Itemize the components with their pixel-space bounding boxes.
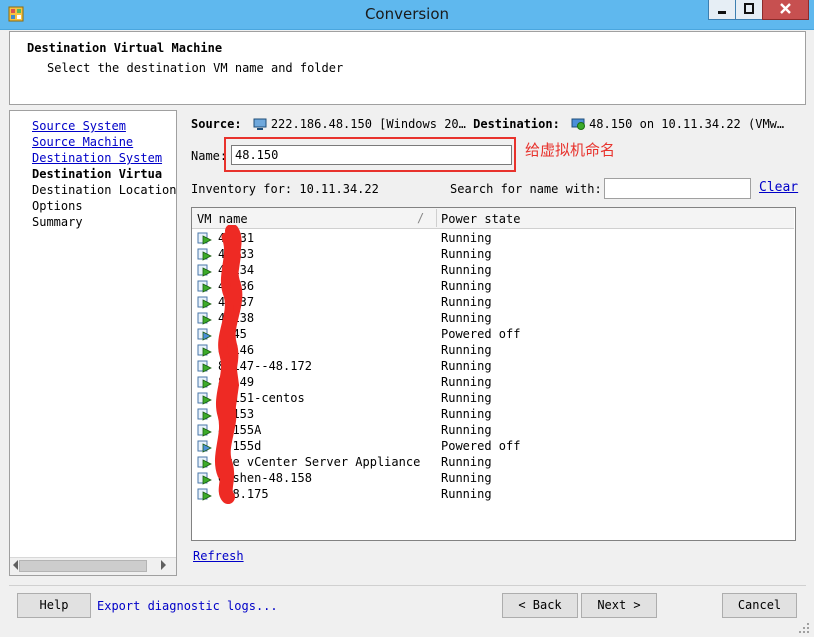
table-row[interactable]: 8 155d Powered off bbox=[193, 439, 793, 455]
page-title: Destination Virtual Machine bbox=[27, 41, 223, 55]
table-row[interactable]: 4 137 Running bbox=[193, 295, 793, 311]
power-state-cell: Running bbox=[441, 359, 492, 373]
column-divider[interactable] bbox=[436, 209, 437, 227]
table-row[interactable]: 4 138 Running bbox=[193, 311, 793, 327]
annotation-text: 给虚拟机命名 bbox=[525, 141, 616, 159]
power-state-cell: Running bbox=[441, 343, 492, 357]
power-state-cell: Running bbox=[441, 487, 492, 501]
power-state-cell: Powered off bbox=[441, 439, 521, 453]
wizard-steps-nav: Source System Source Machine Destination… bbox=[9, 110, 177, 576]
window-title: Conversion bbox=[364, 5, 450, 23]
power-state-cell: Running bbox=[441, 471, 492, 485]
power-state-cell: Running bbox=[441, 247, 492, 261]
cancel-button[interactable]: Cancel bbox=[722, 593, 797, 618]
nav-step-summary: Summary bbox=[32, 215, 83, 229]
close-icon bbox=[780, 3, 791, 14]
separator bbox=[9, 585, 806, 586]
nav-step-destination-virtual-machine: Destination Virtua bbox=[32, 167, 163, 181]
next-button[interactable]: Next > bbox=[581, 593, 657, 618]
power-state-cell: Running bbox=[441, 407, 492, 421]
column-header-vm-name[interactable]: VM name bbox=[197, 212, 248, 226]
search-name-input[interactable] bbox=[604, 178, 751, 199]
annotation-highlight-box bbox=[224, 137, 516, 172]
minimize-icon bbox=[718, 11, 726, 14]
refresh-link[interactable]: Refresh bbox=[193, 549, 244, 563]
scroll-left-icon[interactable] bbox=[13, 560, 18, 570]
nav-step-source-system[interactable]: Source System bbox=[32, 119, 126, 133]
clear-search-link[interactable]: Clear bbox=[759, 180, 798, 195]
help-button[interactable]: Help bbox=[17, 593, 91, 618]
table-row[interactable]: 4 133 Running bbox=[193, 247, 793, 263]
destination-label: Destination: bbox=[473, 117, 560, 131]
source-destination-summary: Source: 222.186.48.150 [Windows 20… Dest… bbox=[191, 117, 796, 131]
source-value: 222.186.48.150 [Windows 20… bbox=[270, 117, 466, 131]
power-state-cell: Running bbox=[441, 391, 492, 405]
power-state-cell: Running bbox=[441, 295, 492, 309]
wizard-header: Destination Virtual Machine Select the d… bbox=[9, 31, 806, 105]
minimize-button[interactable] bbox=[708, 0, 736, 20]
table-row[interactable]: 8 146 Running bbox=[193, 343, 793, 359]
computer-icon bbox=[253, 118, 267, 130]
nav-step-destination-location: Destination Location bbox=[32, 183, 177, 197]
nav-step-options: Options bbox=[32, 199, 83, 213]
scroll-right-icon[interactable] bbox=[161, 560, 166, 570]
power-state-cell: Powered off bbox=[441, 327, 521, 341]
page-subtitle: Select the destination VM name and folde… bbox=[47, 61, 344, 75]
power-state-cell: Running bbox=[441, 231, 492, 245]
table-row[interactable]: 4 131 Running bbox=[193, 231, 793, 247]
maximize-button[interactable] bbox=[735, 0, 763, 20]
table-row[interactable]: 8 155A Running bbox=[193, 423, 793, 439]
column-header-power-state[interactable]: Power state bbox=[441, 212, 520, 226]
source-label: Source: bbox=[191, 117, 242, 131]
table-row[interactable]: 8 149 Running bbox=[193, 375, 793, 391]
power-state-cell: Running bbox=[441, 423, 492, 437]
power-state-cell: Running bbox=[441, 375, 492, 389]
power-state-cell: Running bbox=[441, 455, 492, 469]
vm-host-icon bbox=[571, 118, 586, 130]
maximize-icon bbox=[744, 3, 754, 14]
power-state-cell: Running bbox=[441, 263, 492, 277]
inventory-label: Inventory for: 10.11.34.22 bbox=[191, 182, 379, 196]
close-button[interactable] bbox=[762, 0, 809, 20]
table-row[interactable]: -48.175 Running bbox=[193, 487, 793, 503]
table-row[interactable]: . 45 Powered off bbox=[193, 327, 793, 343]
power-state-cell: Running bbox=[441, 279, 492, 293]
search-label: Search for name with: bbox=[450, 182, 602, 196]
export-diagnostic-logs-link[interactable]: Export diagnostic logs... bbox=[97, 599, 278, 613]
table-row[interactable]: 8 151-centos Running bbox=[193, 391, 793, 407]
destination-value: 48.150 on 10.11.34.22 (VMw… bbox=[589, 117, 785, 131]
table-row[interactable]: 4 136 Running bbox=[193, 279, 793, 295]
redaction-scribble bbox=[214, 225, 243, 504]
nav-step-source-machine[interactable]: Source Machine bbox=[32, 135, 133, 149]
table-row[interactable]: eishen-48.158 Running bbox=[193, 471, 793, 487]
scrollbar-thumb[interactable] bbox=[19, 560, 147, 572]
sort-icon: / bbox=[417, 211, 425, 225]
nav-step-destination-system[interactable]: Destination System bbox=[32, 151, 162, 165]
table-row[interactable]: are vCenter Server Appliance Running bbox=[193, 455, 793, 471]
resize-grip-icon[interactable] bbox=[798, 622, 810, 634]
back-button[interactable]: < Back bbox=[502, 593, 578, 618]
table-row[interactable]: 4 134 Running bbox=[193, 263, 793, 279]
table-row[interactable]: 8 153 Running bbox=[193, 407, 793, 423]
name-label: Name: bbox=[191, 149, 228, 163]
table-row[interactable]: 8 147--48.172 Running bbox=[193, 359, 793, 375]
power-state-cell: Running bbox=[441, 311, 492, 325]
